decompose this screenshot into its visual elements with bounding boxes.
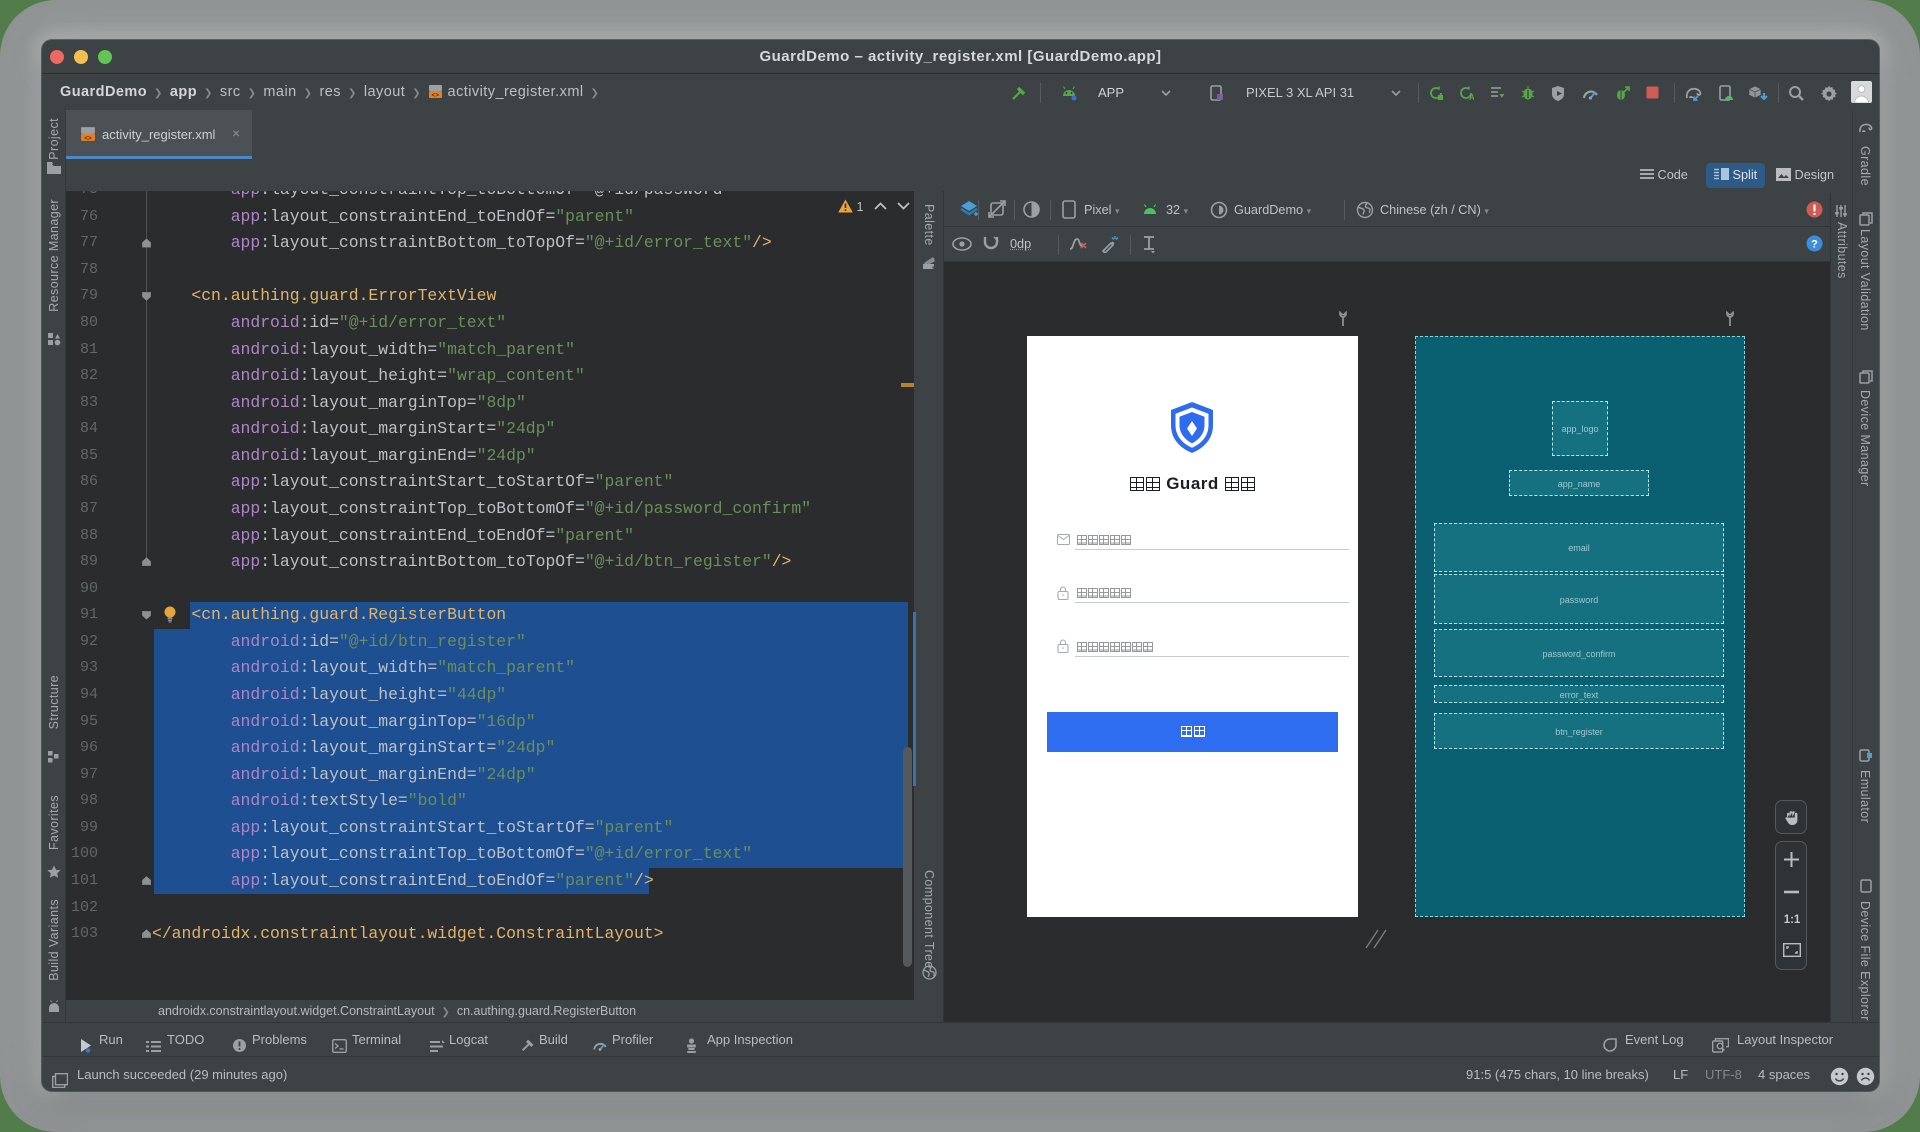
svg-text:A: A bbox=[1469, 93, 1474, 101]
svg-text:<>: <> bbox=[432, 93, 440, 99]
svg-text:<>: <> bbox=[84, 135, 92, 142]
svg-text:?: ? bbox=[1811, 239, 1818, 251]
